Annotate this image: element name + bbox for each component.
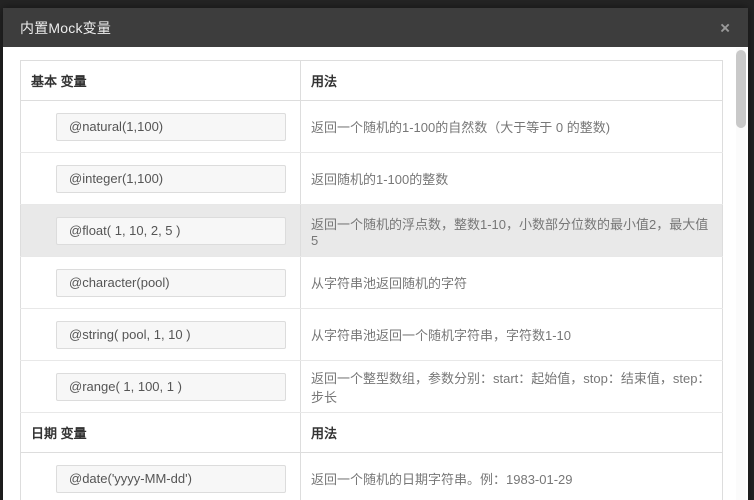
modal-title: 内置Mock变量	[20, 19, 112, 36]
mock-variable-row[interactable]: 返回一个随机的1-100的自然数（大于等于 0 的整数)	[20, 100, 723, 153]
mock-variable-input[interactable]	[56, 112, 286, 141]
usage-text: 从字符串池返回随机的字符	[300, 256, 723, 309]
page-background: { "modal": { "title": "内置Mock变量", "close…	[0, 0, 754, 500]
mock-variable-row[interactable]: 返回随机的1-100的整数	[20, 152, 723, 205]
usage-text: 返回一个随机的浮点数，整数1-10，小数部分位数的最小值2，最大值5	[300, 204, 723, 257]
usage-text: 返回一个随机的日期字符串。例：1983-01-29	[300, 452, 723, 500]
mock-variable-row[interactable]: 从字符串池返回一个随机字符串，字符数1-10	[20, 308, 723, 361]
mock-variable-row[interactable]: 返回一个整型数组，参数分别：start：起始值，stop：结束值，step：步长	[20, 360, 723, 413]
variable-cell	[20, 204, 301, 257]
variable-cell	[20, 360, 301, 413]
mock-variable-input[interactable]	[56, 372, 286, 401]
section-usage-header: 用法	[300, 412, 723, 453]
usage-text: 返回一个随机的1-100的自然数（大于等于 0 的整数)	[300, 100, 723, 153]
scrollbar-thumb[interactable]	[736, 50, 746, 128]
mock-variable-input[interactable]	[56, 268, 286, 297]
variable-cell	[20, 452, 301, 500]
modal-header: 内置Mock变量 ×	[3, 8, 748, 47]
mock-variable-row[interactable]: 从字符串池返回随机的字符	[20, 256, 723, 309]
mock-variable-input[interactable]	[56, 216, 286, 245]
scrollbar-track[interactable]	[736, 48, 746, 500]
section-header-row: 日期 变量 用法	[20, 412, 723, 453]
variable-cell	[20, 256, 301, 309]
section-variable-header: 基本 变量	[20, 60, 301, 101]
close-icon[interactable]: ×	[716, 17, 734, 38]
mock-variable-input[interactable]	[56, 164, 286, 193]
modal-body: 基本 变量用法返回一个随机的1-100的自然数（大于等于 0 的整数)返回随机的…	[3, 47, 748, 500]
usage-text: 返回随机的1-100的整数	[300, 152, 723, 205]
mock-table-body: 基本 变量用法返回一个随机的1-100的自然数（大于等于 0 的整数)返回随机的…	[20, 60, 723, 500]
variable-cell	[20, 308, 301, 361]
usage-text: 返回一个整型数组，参数分别：start：起始值，stop：结束值，step：步长	[300, 360, 723, 413]
mock-variable-input[interactable]	[56, 464, 286, 493]
usage-text: 从字符串池返回一个随机字符串，字符数1-10	[300, 308, 723, 361]
mock-variables-table: 基本 变量用法返回一个随机的1-100的自然数（大于等于 0 的整数)返回随机的…	[20, 60, 723, 500]
mock-variable-row[interactable]: 返回一个随机的浮点数，整数1-10，小数部分位数的最小值2，最大值5	[20, 204, 723, 257]
mock-variable-input[interactable]	[56, 320, 286, 349]
section-variable-header: 日期 变量	[20, 412, 301, 453]
mock-variable-row[interactable]: 返回一个随机的日期字符串。例：1983-01-29	[20, 452, 723, 500]
variable-cell	[20, 100, 301, 153]
section-header-row: 基本 变量 用法	[20, 60, 723, 101]
section-usage-header: 用法	[300, 60, 723, 101]
mock-variables-modal: 内置Mock变量 × 基本 变量用法返回一个随机的1-100的自然数（大于等于 …	[3, 8, 748, 500]
variable-cell	[20, 152, 301, 205]
